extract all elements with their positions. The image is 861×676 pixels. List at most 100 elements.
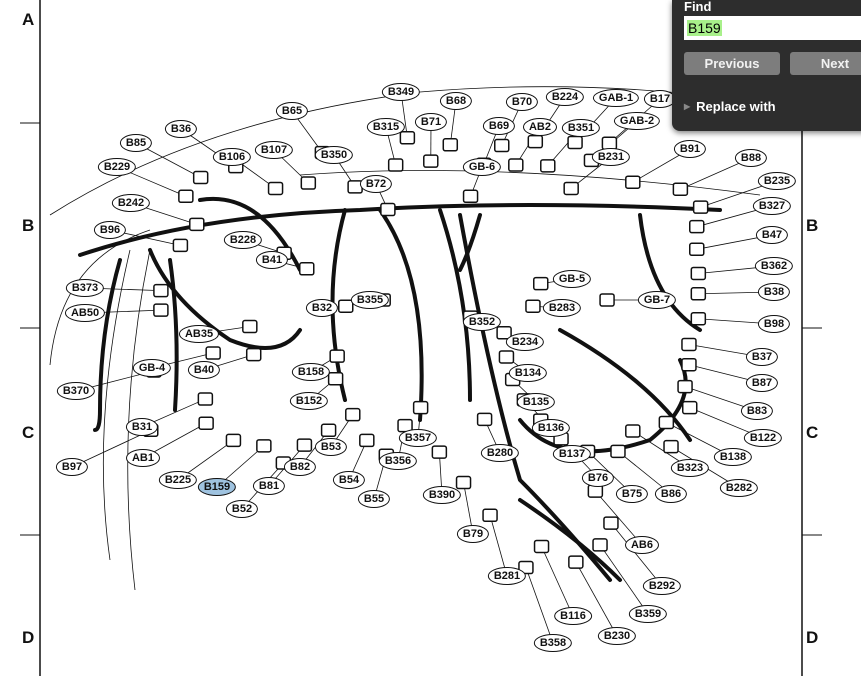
- connector-label-b98: B98: [757, 315, 791, 333]
- connector-label-b53: B53: [314, 438, 348, 456]
- connector-label-b370: B370: [56, 382, 96, 400]
- connector-label-b390: B390: [422, 486, 462, 504]
- connector-b158: [329, 349, 345, 363]
- connector-label-b68: B68: [439, 92, 473, 110]
- connector-label-b87: B87: [745, 374, 779, 392]
- connector-label-b362: B362: [754, 257, 794, 275]
- connector-label-b40: B40: [187, 361, 221, 379]
- connector-b280: [476, 412, 493, 427]
- connector-b292: [603, 516, 619, 530]
- connector-gb-5: [533, 276, 549, 291]
- connector-b349: [399, 131, 416, 145]
- connector-label-b352: B352: [462, 313, 502, 331]
- connector-label-b225: B225: [158, 471, 198, 489]
- zone-d-left: D: [22, 628, 35, 647]
- connector-b98: [690, 311, 707, 326]
- connector-label-b158: B158: [291, 363, 331, 381]
- connector-b37: [681, 337, 697, 352]
- connector-b82: [320, 423, 337, 438]
- find-title: Find: [684, 0, 712, 14]
- connector-b152: [327, 372, 344, 386]
- connector-label-b235: B235: [757, 172, 797, 190]
- connector-label-b88: B88: [734, 149, 768, 167]
- connector-label-b97: B97: [55, 458, 89, 476]
- replace-with-label: Replace with: [696, 99, 776, 114]
- connector-label-b327: B327: [752, 197, 792, 215]
- next-button[interactable]: Next: [790, 52, 861, 75]
- connector-b390: [431, 445, 448, 459]
- connector-ab35: [242, 319, 258, 334]
- zone-c-left: C: [22, 423, 35, 442]
- connector-label-b242: B242: [111, 194, 151, 212]
- connector-label-b116: B116: [554, 607, 592, 625]
- connector-b87: [681, 357, 697, 372]
- connector-b359: [592, 538, 608, 552]
- body-outline: [49, 86, 761, 591]
- connector-b351: [540, 159, 556, 173]
- connector-label-b69: B69: [482, 117, 516, 135]
- previous-button[interactable]: Previous: [684, 52, 780, 75]
- connector-b362: [690, 266, 707, 281]
- connector-b86: [610, 444, 626, 459]
- connector-label-b70: B70: [505, 93, 539, 111]
- connector-label-ab50: AB50: [64, 304, 106, 322]
- connector-b70: [494, 138, 510, 153]
- connector-label-b315: B315: [366, 118, 406, 136]
- find-input[interactable]: B159: [684, 16, 861, 40]
- main-harness: [78, 196, 722, 582]
- zone-b-left: B: [22, 216, 35, 235]
- connector-label-gab-1: GAB-1: [592, 89, 640, 107]
- connector-b81: [296, 438, 313, 452]
- connector-b107: [300, 176, 317, 190]
- connector-b41: [299, 262, 315, 276]
- connector-label-b373: B373: [65, 279, 105, 297]
- connector-label-b54: B54: [332, 471, 366, 489]
- connector-b357: [412, 400, 429, 415]
- connector-label-gb-5: GB-5: [552, 270, 592, 288]
- connector-label-b281: B281: [487, 567, 527, 585]
- connector-label-b359: B359: [628, 605, 668, 623]
- connector-label-b234: B234: [505, 333, 545, 351]
- connector-label-b283: B283: [542, 299, 582, 317]
- connector-label-b32: B32: [305, 299, 339, 317]
- connector-gab-1: [567, 135, 583, 150]
- replace-with-toggle[interactable]: ▶ Replace with: [684, 99, 776, 114]
- zone-c-right: C: [806, 423, 819, 442]
- connector-label-ab1: AB1: [125, 449, 161, 467]
- connector-label-b38: B38: [757, 283, 791, 301]
- connector-label-b65: B65: [275, 102, 309, 120]
- connector-b85: [192, 170, 209, 185]
- connector-label-b122: B122: [743, 429, 783, 447]
- connector-gb-4: [205, 346, 221, 360]
- connector-ab2: [508, 158, 524, 172]
- connector-label-b356: B356: [378, 452, 418, 470]
- connector-label-b152: B152: [289, 392, 329, 410]
- connector-b229: [178, 189, 194, 204]
- connector-label-b351: B351: [561, 119, 601, 137]
- leader-line: [525, 567, 554, 644]
- connector-b40: [245, 347, 262, 362]
- connector-b225: [225, 433, 242, 448]
- connector-label-b355: B355: [350, 291, 390, 309]
- connector-label-b350: B350: [314, 146, 354, 164]
- connector-label-b41: B41: [255, 251, 289, 269]
- connector-label-b36: B36: [164, 120, 198, 138]
- connector-label-b71: B71: [414, 113, 448, 131]
- find-query: B159: [687, 20, 722, 36]
- connector-b83: [677, 379, 693, 394]
- connector-label-b292: B292: [642, 577, 682, 595]
- connector-label-b107: B107: [254, 141, 294, 159]
- connector-label-b83: B83: [740, 402, 774, 420]
- connector-label-b96: B96: [93, 221, 127, 239]
- connector-b231: [563, 181, 579, 196]
- connector-label-b37: B37: [745, 348, 779, 366]
- connector-label-gab-2: GAB-2: [613, 112, 661, 130]
- connector-b235: [692, 200, 709, 214]
- connector-b96: [172, 238, 189, 253]
- connector-label-b55: B55: [357, 490, 391, 508]
- disclosure-triangle-icon: ▶: [684, 102, 691, 111]
- find-panel: Find B159 Previous Next ▶ Replace with: [672, 0, 861, 131]
- connector-label-b47: B47: [755, 226, 789, 244]
- connector-label-b137: B137: [552, 445, 592, 463]
- connector-label-b79: B79: [456, 525, 490, 543]
